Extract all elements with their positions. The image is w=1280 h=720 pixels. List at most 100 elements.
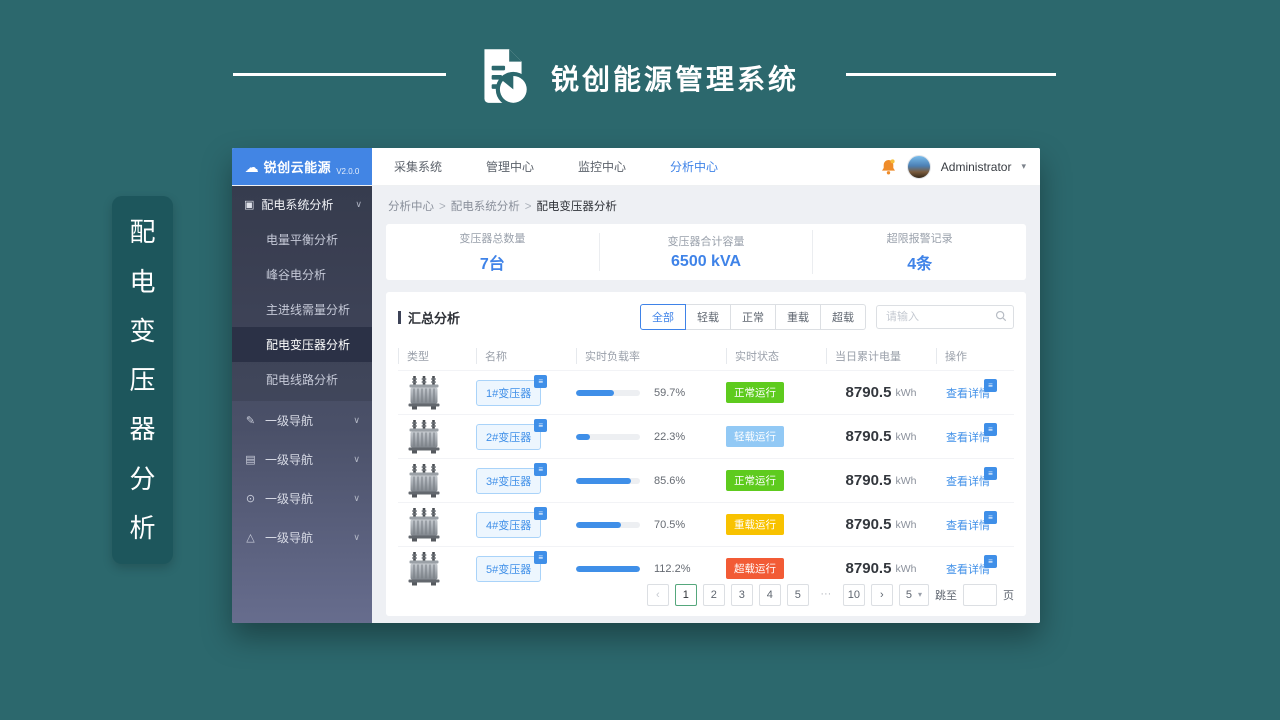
- main-content: 分析中心 > 配电系统分析 > 配电变压器分析 变压器总数量 7台 变压器合计容量 65…: [372, 186, 1040, 623]
- energy-unit: kWh: [895, 430, 917, 443]
- energy-value: 8790.5: [845, 516, 892, 533]
- stats-card: 变压器总数量 7台 变压器合计容量 6500 kVA 超限报警记录 4条: [386, 224, 1026, 280]
- page-button-1[interactable]: 1: [674, 584, 697, 606]
- load-percent: 85.6%: [654, 474, 686, 487]
- filter-heavy-button[interactable]: 重载: [775, 304, 821, 330]
- breadcrumb-item[interactable]: 分析中心: [388, 201, 434, 213]
- load-percent: 59.7%: [654, 386, 686, 399]
- chevron-down-icon: ∨: [355, 199, 362, 209]
- sidebar-item-label: 一级导航: [265, 453, 314, 467]
- transformer-name: 3#变压器: [486, 475, 532, 488]
- view-details-link[interactable]: 查看详情 ≡: [946, 378, 997, 401]
- transformer-image: [398, 507, 476, 543]
- stat-transformer-count: 变压器总数量 7台: [386, 230, 599, 274]
- sidebar-item-nav-3[interactable]: ⊙ 一级导航 ∨: [232, 479, 372, 518]
- sidebar-item-label: 一级导航: [265, 492, 314, 506]
- banner-char: 配: [129, 217, 156, 248]
- sidebar-item-power-balance[interactable]: 电量平衡分析: [232, 222, 372, 257]
- stat-alarm-records: 超限报警记录 4条: [812, 230, 1026, 274]
- sidebar-item-nav-2[interactable]: ▤ 一级导航 ∨: [232, 440, 372, 479]
- top-navigation: 采集系统 管理中心 监控中心 分析中心: [394, 148, 718, 185]
- col-header-energy: 当日累计电量: [826, 348, 936, 364]
- view-details-link[interactable]: 查看详情 ≡: [946, 422, 997, 445]
- status-badge: 正常运行: [726, 470, 784, 491]
- nav-item-analysis[interactable]: 分析中心: [670, 158, 718, 175]
- transformer-image: [398, 419, 476, 455]
- topbar: ☁ 锐创云能源 V2.0.0 采集系统 管理中心 监控中心 分析中心 Admin…: [232, 148, 1040, 186]
- sidebar-item-line-analysis[interactable]: 配电线路分析: [232, 362, 372, 397]
- detail-badge-icon: ≡: [534, 550, 548, 564]
- energy-value: 8790.5: [845, 560, 892, 577]
- detail-badge-icon: ≡: [984, 466, 997, 480]
- stat-label: 变压器总数量: [459, 233, 526, 245]
- chevron-down-icon: ∨: [353, 415, 360, 425]
- page-button-4[interactable]: 4: [758, 584, 781, 606]
- page-size-select[interactable]: 5 ▾: [898, 584, 929, 606]
- user-menu-caret-icon[interactable]: ▾: [1021, 161, 1026, 172]
- transformer-name-button[interactable]: 4#变压器 ≡: [476, 506, 548, 538]
- banner-char: 电: [129, 266, 156, 297]
- next-page-button[interactable]: ›: [870, 584, 893, 606]
- transformer-image: [398, 551, 476, 587]
- nav-item-collect[interactable]: 采集系统: [394, 158, 442, 175]
- energy-unit: kWh: [895, 518, 917, 531]
- transformer-name-button[interactable]: 3#变压器 ≡: [476, 462, 548, 494]
- transformer-name-button[interactable]: 2#变压器 ≡: [476, 418, 548, 450]
- view-details-link[interactable]: 查看详情 ≡: [946, 466, 997, 489]
- energy-unit: kWh: [895, 562, 917, 575]
- filter-light-button[interactable]: 轻载: [685, 304, 731, 330]
- col-header-type: 类型: [398, 348, 476, 364]
- chevron-down-icon: ∨: [353, 493, 360, 503]
- view-details-link[interactable]: 查看详情 ≡: [946, 510, 997, 533]
- banner-char: 压: [129, 365, 156, 395]
- nav-item-monitor[interactable]: 监控中心: [578, 158, 626, 175]
- pencil-icon: ✎: [245, 415, 256, 427]
- sidebar-item-nav-4[interactable]: △ 一级导航 ∨: [232, 518, 372, 557]
- transformer-name-button[interactable]: 1#变压器 ≡: [476, 374, 548, 406]
- breadcrumb-item[interactable]: 配电系统分析: [451, 201, 520, 213]
- detail-badge-icon: ≡: [984, 510, 997, 524]
- filter-normal-button[interactable]: 正常: [730, 304, 776, 330]
- user-name[interactable]: Administrator: [941, 160, 1012, 174]
- warning-triangle-icon: △: [246, 532, 255, 544]
- sidebar-item-transformer-analysis[interactable]: 配电变压器分析: [232, 327, 372, 362]
- status-badge: 重载运行: [726, 514, 784, 535]
- page-button-3[interactable]: 3: [730, 584, 753, 606]
- app-window: ☁ 锐创云能源 V2.0.0 采集系统 管理中心 监控中心 分析中心 Admin…: [232, 148, 1040, 623]
- user-avatar[interactable]: [906, 154, 931, 179]
- jump-page-input[interactable]: [963, 584, 997, 606]
- sidebar-item-peak-valley[interactable]: 峰谷电分析: [232, 257, 372, 292]
- transformer-image: [398, 375, 476, 411]
- status-badge: 超载运行: [726, 558, 784, 579]
- load-progressbar: [576, 565, 640, 572]
- app-logo[interactable]: ☁ 锐创云能源 V2.0.0: [232, 148, 372, 185]
- sidebar-item-nav-1[interactable]: ✎ 一级导航 ∨: [232, 401, 372, 440]
- stat-label: 超限报警记录: [886, 233, 953, 245]
- load-progressbar: [576, 433, 640, 440]
- search-icon: [995, 310, 1007, 322]
- alarm-icon[interactable]: [880, 158, 897, 176]
- prev-page-button[interactable]: ‹: [646, 584, 669, 606]
- table-row: 2#变压器 ≡ 22.3% 轻载运行 8790.5 kWh 查看详情 ≡: [398, 414, 1014, 458]
- sidebar-item-main-line-demand[interactable]: 主进线需量分析: [232, 292, 372, 327]
- page-button-5[interactable]: 5: [786, 584, 809, 606]
- banner-char: 分: [129, 463, 156, 494]
- page-button-10[interactable]: 10: [842, 584, 865, 606]
- status-badge: 正常运行: [726, 382, 784, 403]
- table-row: 4#变压器 ≡ 70.5% 重载运行 8790.5 kWh 查看详情 ≡: [398, 502, 1014, 546]
- page-button-2[interactable]: 2: [702, 584, 725, 606]
- filter-over-button[interactable]: 超载: [820, 304, 866, 330]
- view-details-link[interactable]: 查看详情 ≡: [946, 554, 997, 577]
- sidebar-group-distribution-analysis[interactable]: ▣ 配电系统分析 ∨: [232, 186, 372, 222]
- filter-all-button[interactable]: 全部: [640, 304, 686, 330]
- app-version: V2.0.0: [336, 167, 360, 176]
- sidebar-item-label: 一级导航: [265, 531, 314, 545]
- search-input[interactable]: [876, 305, 1014, 329]
- load-progressbar: [576, 521, 640, 528]
- topbar-right: Administrator ▾: [880, 148, 1040, 185]
- stat-value: 7台: [479, 256, 505, 273]
- nav-item-manage[interactable]: 管理中心: [486, 158, 534, 175]
- load-progressbar: [576, 477, 640, 484]
- transformer-name-button[interactable]: 5#变压器 ≡: [476, 550, 548, 582]
- energy-value: 8790.5: [845, 384, 892, 401]
